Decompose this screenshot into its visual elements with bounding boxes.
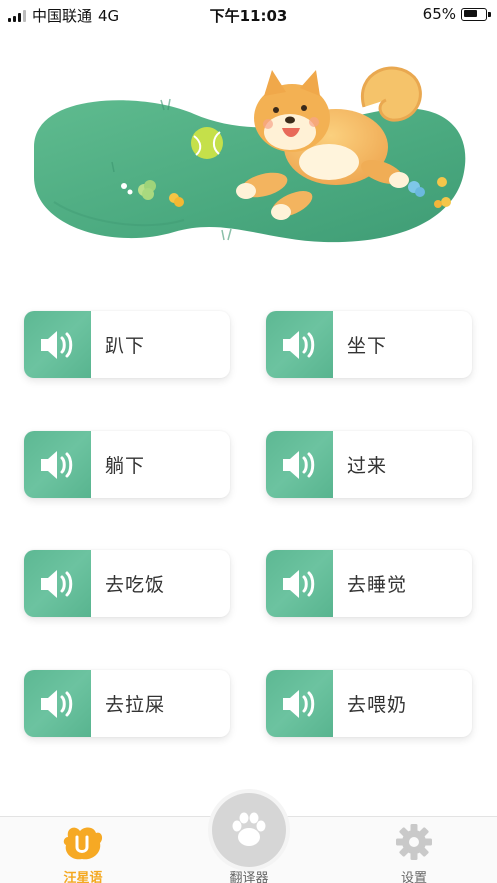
command-button-qu-la-shi[interactable]: 去拉屎 [24, 670, 230, 737]
tab-translator-label: 翻译器 [229, 871, 269, 883]
speaker-icon [266, 311, 333, 378]
speaker-icon [24, 431, 91, 498]
tab-settings[interactable]: 设置 [364, 817, 464, 883]
command-label: 趴下 [105, 335, 146, 357]
dog-head-icon [63, 827, 103, 860]
status-right: 65% [422, 5, 491, 23]
command-button-qu-wei-nai[interactable]: 去喂奶 [266, 670, 472, 737]
command-label: 坐下 [347, 335, 388, 357]
speaker-icon [24, 670, 91, 737]
command-label: 去吃饭 [105, 574, 166, 596]
speaker-icon [266, 670, 333, 737]
battery-icon [461, 7, 491, 21]
bottom-tab-bar: 汪星语 翻译器 设置 [0, 793, 497, 883]
command-label: 躺下 [105, 455, 146, 477]
tab-home[interactable]: 汪星语 [33, 817, 133, 883]
gear-icon [396, 824, 432, 860]
command-label: 去喂奶 [347, 694, 408, 716]
speaker-icon [24, 550, 91, 617]
command-button-qu-shui-jiao[interactable]: 去睡觉 [266, 550, 472, 617]
command-button-zuo-xia[interactable]: 坐下 [266, 311, 472, 378]
command-button-qu-chi-fan[interactable]: 去吃饭 [24, 550, 230, 617]
command-label: 过来 [347, 455, 388, 477]
status-bar: 中国联通 4G 下午11:03 65% [0, 0, 497, 28]
speaker-icon [266, 550, 333, 617]
tab-home-label: 汪星语 [63, 871, 103, 883]
command-label: 去拉屎 [105, 694, 166, 716]
speaker-icon [266, 431, 333, 498]
tab-translator[interactable]: 翻译器 [199, 793, 299, 883]
command-button-guo-lai[interactable]: 过来 [266, 431, 472, 498]
translator-circle-button[interactable] [212, 793, 286, 867]
tab-settings-label: 设置 [400, 871, 427, 883]
command-label: 去睡觉 [347, 574, 408, 596]
battery-percent: 65% [422, 5, 456, 23]
hero-illustration [24, 52, 472, 252]
command-button-pa-xia[interactable]: 趴下 [24, 311, 230, 378]
command-button-tang-xia[interactable]: 躺下 [24, 431, 230, 498]
paw-icon [232, 812, 266, 846]
speaker-icon [24, 311, 91, 378]
shiba-dog-illustration [34, 66, 466, 243]
